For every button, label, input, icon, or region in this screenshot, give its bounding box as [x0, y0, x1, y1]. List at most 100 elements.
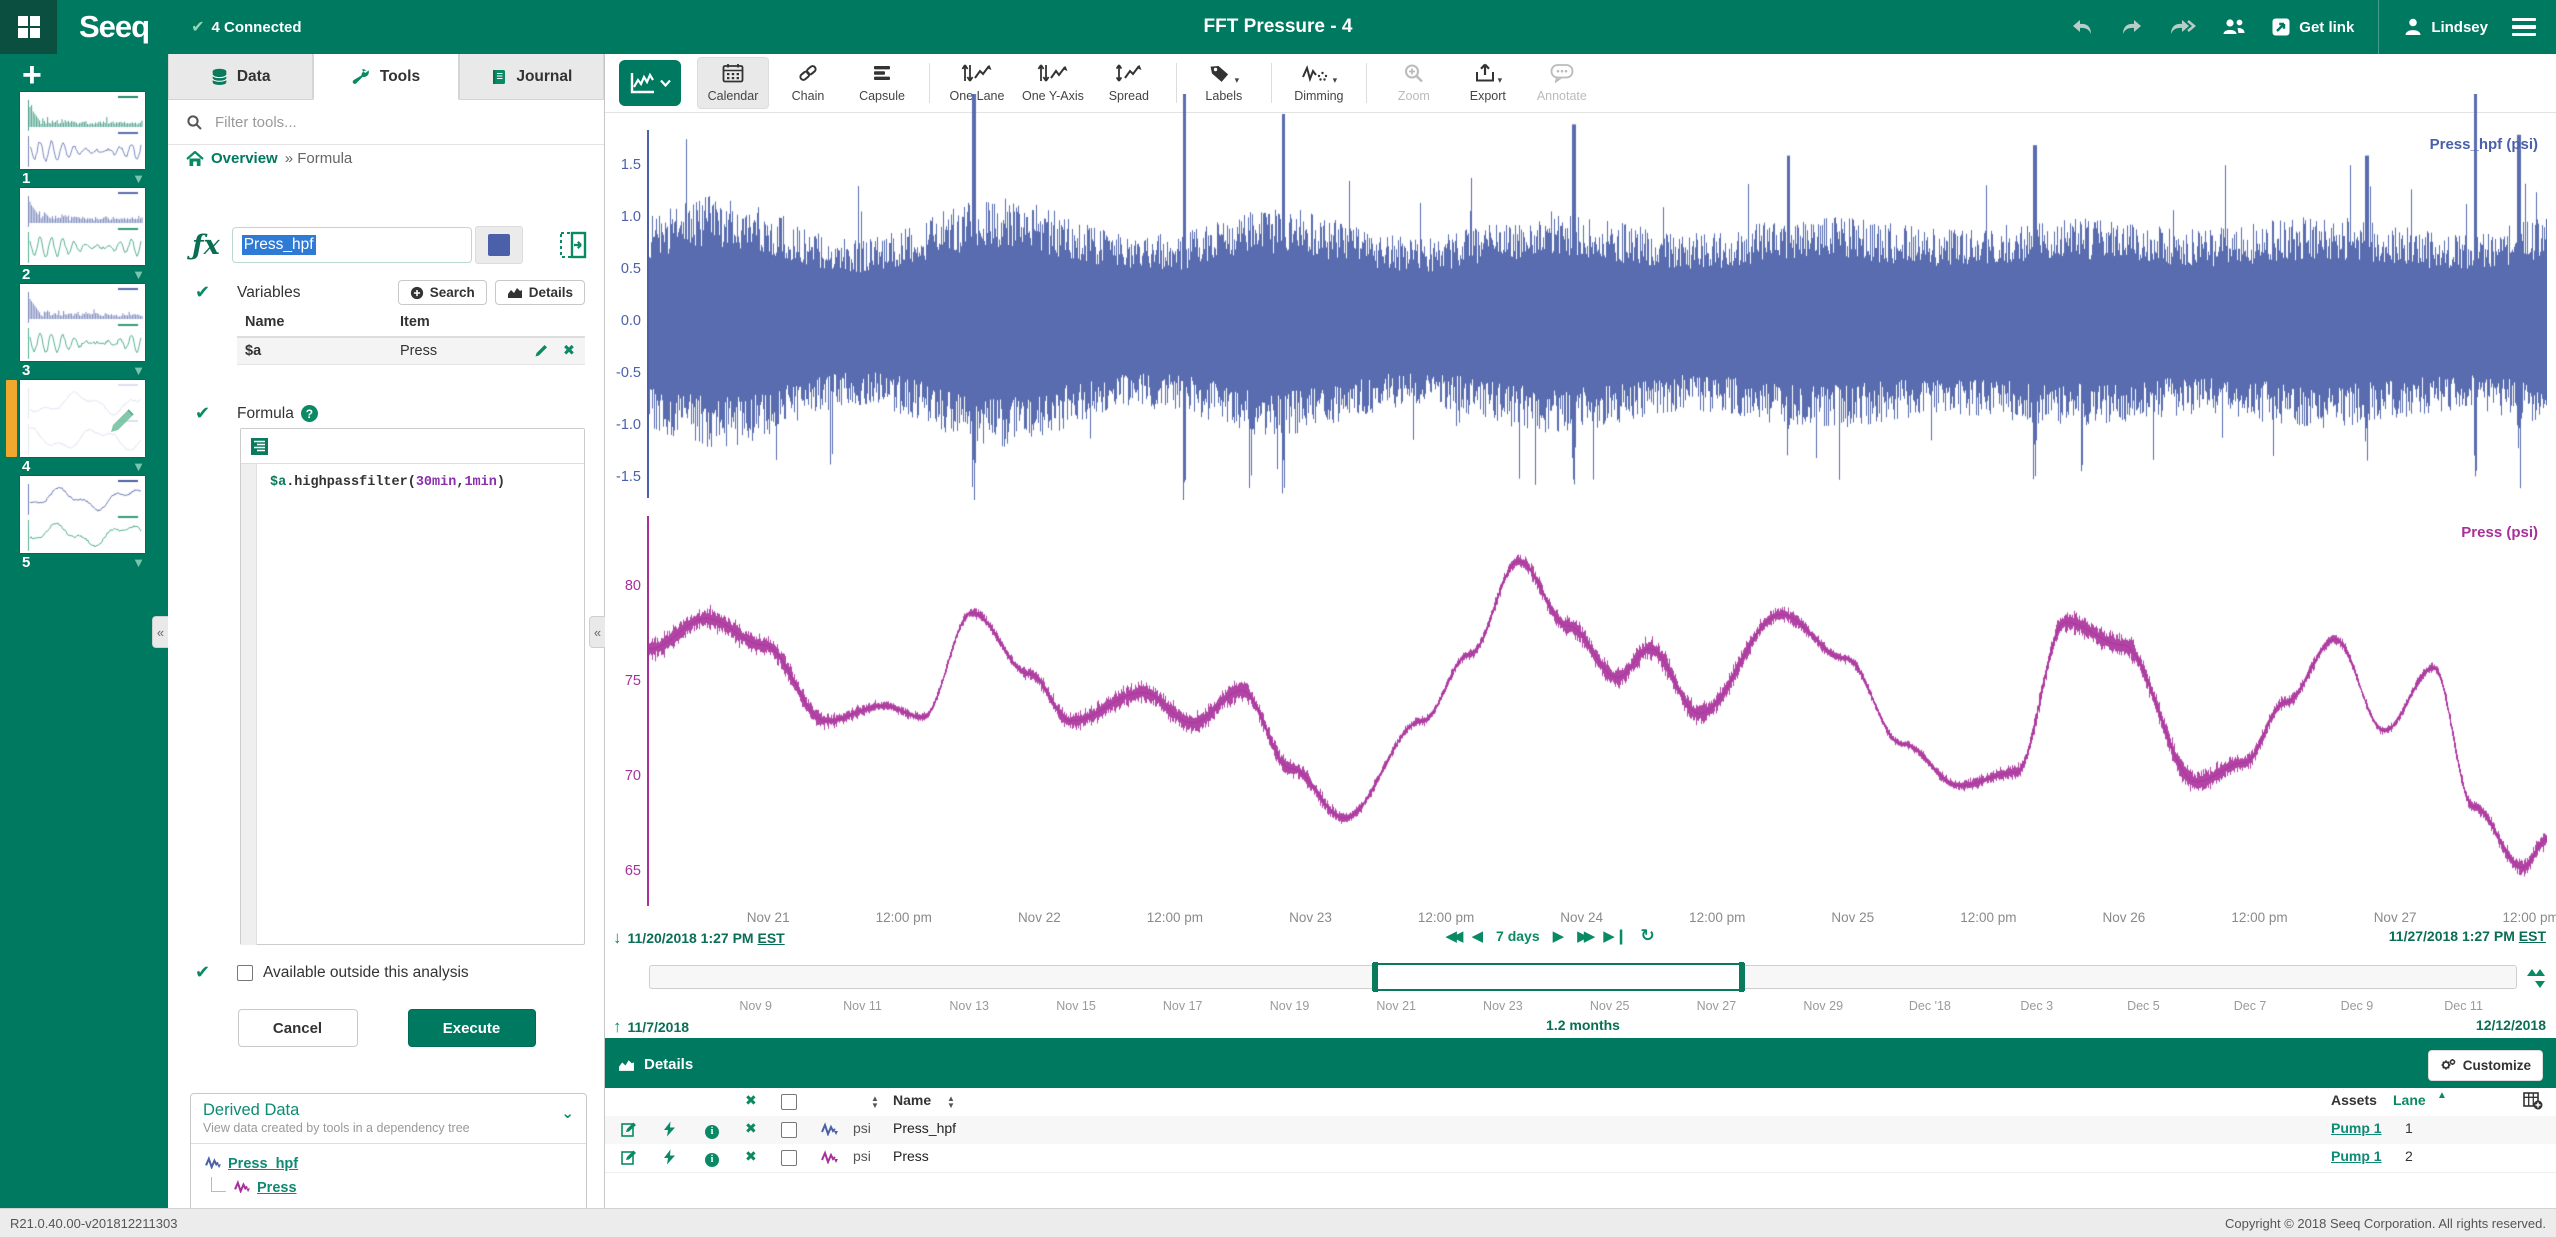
item-properties-icon[interactable]	[663, 1121, 676, 1140]
info-icon[interactable]: i	[705, 1121, 719, 1139]
press-signal-chart[interactable]	[649, 514, 2547, 909]
user-menu[interactable]: Lindsey	[2403, 17, 2488, 37]
overview-start[interactable]: ↑ 11/7/2018	[613, 1017, 689, 1037]
details-col-lane[interactable]: Lane	[2393, 1092, 2426, 1108]
worksheet-thumbnail[interactable]: 1▼	[20, 92, 149, 187]
available-checkbox[interactable]	[237, 965, 253, 981]
connection-status[interactable]: ✔ 4 Connected	[191, 17, 301, 37]
item-asset[interactable]: Pump 1	[2331, 1148, 2382, 1164]
collapse-worksheets-handle[interactable]: «	[152, 616, 168, 648]
worksheet-preview[interactable]	[20, 284, 145, 361]
edit-item-icon[interactable]	[621, 1121, 637, 1140]
select-all-checkbox[interactable]	[781, 1094, 797, 1110]
step-forward-button[interactable]: ▶	[1553, 927, 1565, 945]
overview-tick-label: Nov 21	[1376, 999, 1416, 1013]
remove-item-icon[interactable]: ✖	[745, 1148, 757, 1165]
item-name[interactable]: Press_hpf	[893, 1120, 956, 1136]
derived-data-link[interactable]: Press_hpf	[228, 1156, 298, 1172]
formula-help-icon[interactable]: ?	[301, 405, 318, 422]
variables-details-button[interactable]: Details	[495, 280, 585, 305]
y-tick-label: 80	[605, 578, 641, 594]
remove-all-icon[interactable]: ✖	[745, 1092, 757, 1109]
formula-editor[interactable]: $a.highpassfilter(30min,1min)	[240, 428, 585, 945]
variables-search-button[interactable]: Search	[398, 280, 487, 305]
worksheet-preview[interactable]	[20, 476, 145, 553]
tab-data[interactable]: Data	[168, 54, 313, 100]
overview-selection[interactable]	[1372, 963, 1746, 991]
color-swatch-button[interactable]	[475, 226, 523, 264]
derived-data-link[interactable]: Press	[257, 1180, 297, 1196]
press-hpf-signal-chart[interactable]	[649, 94, 2547, 500]
range-duration[interactable]: 7 days	[1496, 928, 1540, 944]
worksheet-preview[interactable]	[20, 92, 145, 169]
sort-icon[interactable]: ▲▼	[947, 1095, 955, 1109]
worksheet-menu-chevron[interactable]: ▼	[132, 267, 145, 282]
worksheet-thumbnail[interactable]: 5▼	[20, 476, 149, 571]
panel-tabs: Data Tools Journal	[168, 54, 604, 100]
overview-timeline-track[interactable]	[649, 965, 2517, 989]
worksheet-preview[interactable]	[20, 188, 145, 265]
worksheet-thumbnail[interactable]: 2▼	[20, 188, 149, 283]
overview-duration[interactable]: 1.2 months	[1546, 1017, 1620, 1033]
item-asset[interactable]: Pump 1	[2331, 1120, 2382, 1136]
info-icon[interactable]: i	[705, 1149, 719, 1167]
edit-item-icon[interactable]	[621, 1149, 637, 1168]
get-link-button[interactable]: Get link	[2271, 17, 2354, 37]
item-properties-icon[interactable]	[663, 1149, 676, 1168]
move-to-journal-button[interactable]	[559, 230, 587, 260]
redo-button[interactable]	[2119, 17, 2143, 37]
customize-button[interactable]: Customize	[2428, 1050, 2543, 1081]
worksheet-thumbnail[interactable]: 4▼	[20, 380, 149, 475]
add-worksheet-button[interactable]: +	[22, 56, 42, 95]
execute-button[interactable]: Execute	[408, 1009, 536, 1047]
app-grid-button[interactable]	[0, 0, 57, 54]
worksheet-thumbnail[interactable]: 3▼	[20, 284, 149, 379]
filter-tools-search[interactable]	[168, 100, 604, 145]
step-back-button[interactable]: ◀	[1471, 927, 1483, 945]
step-forward-fast-button[interactable]: ▶▶	[1577, 927, 1590, 945]
sort-icon[interactable]: ▲▼	[871, 1095, 879, 1109]
users-button[interactable]	[2221, 18, 2247, 36]
collapse-tools-handle[interactable]: «	[589, 616, 605, 648]
active-worksheet-indicator	[6, 380, 17, 457]
worksheet-menu-chevron[interactable]: ▼	[132, 459, 145, 474]
select-item-checkbox[interactable]	[781, 1122, 797, 1138]
worksheet-menu-chevron[interactable]: ▼	[132, 363, 145, 378]
format-lines-icon[interactable]	[250, 437, 269, 456]
worksheet-menu-chevron[interactable]: ▼	[132, 171, 145, 186]
step-to-end-button[interactable]: ▶❙	[1603, 927, 1627, 945]
derived-collapse-chevron[interactable]: ⌄	[561, 1104, 574, 1122]
main-menu-button[interactable]	[2512, 18, 2536, 37]
y-tick-label: 0.0	[605, 313, 641, 329]
worksheet-preview[interactable]	[20, 380, 145, 457]
overview-tick-label: Dec 7	[2234, 999, 2267, 1013]
range-end[interactable]: 11/27/2018 1:27 PM EST	[2389, 928, 2546, 944]
range-start[interactable]: ↓ 11/20/2018 1:27 PM EST	[613, 928, 785, 948]
tab-journal[interactable]: Journal	[459, 54, 604, 100]
filter-tools-input[interactable]	[213, 113, 586, 132]
cancel-button[interactable]: Cancel	[238, 1009, 358, 1047]
refresh-button[interactable]: ↻	[1640, 926, 1654, 946]
expand-range-icon[interactable]	[2523, 965, 2549, 991]
edit-variable-icon[interactable]	[534, 343, 549, 358]
add-column-icon[interactable]	[2523, 1091, 2543, 1111]
select-item-checkbox[interactable]	[781, 1150, 797, 1166]
signal-icon	[205, 1156, 222, 1173]
tab-tools[interactable]: Tools	[313, 54, 458, 100]
undo-button[interactable]	[2071, 17, 2095, 37]
details-col-assets[interactable]: Assets	[2331, 1092, 2377, 1108]
worksheet-menu-chevron[interactable]: ▼	[132, 555, 145, 570]
formula-code[interactable]: $a.highpassfilter(30min,1min)	[257, 464, 505, 945]
remove-variable-icon[interactable]: ✖	[563, 343, 575, 359]
remove-item-icon[interactable]: ✖	[745, 1120, 757, 1137]
details-col-name[interactable]: Name	[893, 1092, 931, 1108]
item-name[interactable]: Press	[893, 1148, 929, 1164]
overview-tick-label: Nov 23	[1483, 999, 1523, 1013]
calendar-icon	[722, 63, 744, 86]
step-back-fast-button[interactable]: ◀◀	[1445, 927, 1458, 945]
x-tick-label: Nov 27	[2374, 910, 2417, 925]
formula-name-input[interactable]: Press_hpf	[232, 227, 472, 263]
redo-all-button[interactable]	[2167, 17, 2197, 37]
overview-end[interactable]: 12/12/2018	[2476, 1017, 2546, 1033]
breadcrumb-overview-link[interactable]: Overview	[211, 150, 278, 167]
